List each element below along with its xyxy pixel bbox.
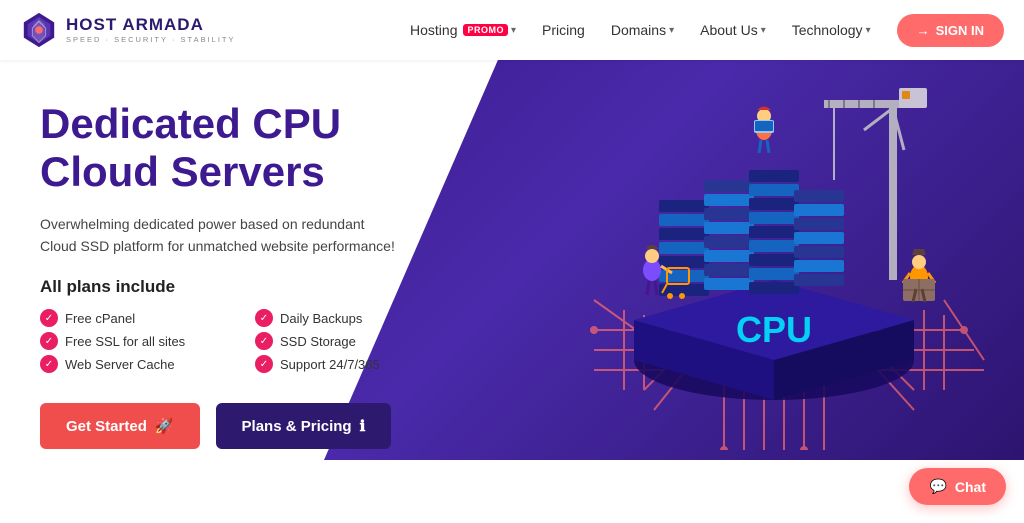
left-panel: Dedicated CPU Cloud Servers Overwhelming… bbox=[0, 60, 480, 469]
chat-label: Chat bbox=[955, 479, 986, 495]
check-icon: ✓ bbox=[40, 309, 58, 327]
check-icon: ✓ bbox=[255, 332, 273, 350]
header: HOST ARMADA SPEED · SECURITY · STABILITY… bbox=[0, 0, 1024, 60]
hosting-chevron-icon: ▾ bbox=[511, 25, 516, 36]
chat-icon: 💬 bbox=[929, 478, 946, 495]
info-icon: ℹ bbox=[360, 417, 366, 435]
promo-badge: PROMO bbox=[463, 24, 508, 36]
get-started-label: Get Started bbox=[66, 418, 147, 435]
rocket-icon: 🚀 bbox=[155, 417, 174, 435]
feature-ssd-text: SSD Storage bbox=[280, 334, 356, 349]
hero-description: Overwhelming dedicated power based on re… bbox=[40, 213, 400, 258]
nav-pricing[interactable]: Pricing bbox=[532, 16, 595, 44]
signin-icon: → bbox=[917, 23, 930, 38]
signin-button[interactable]: → SIGN IN bbox=[897, 14, 1004, 47]
feature-support-text: Support 24/7/365 bbox=[280, 357, 380, 372]
buttons-row: Get Started 🚀 Plans & Pricing ℹ bbox=[40, 403, 450, 449]
check-icon: ✓ bbox=[40, 355, 58, 373]
feature-cache: ✓ Web Server Cache bbox=[40, 355, 235, 373]
nav-about-label: About Us bbox=[700, 22, 758, 38]
hero-title-line1: Dedicated CPU bbox=[40, 100, 341, 147]
logo[interactable]: HOST ARMADA SPEED · SECURITY · STABILITY bbox=[20, 11, 236, 49]
technology-chevron-icon: ▾ bbox=[866, 25, 871, 36]
nav-hosting-label: Hosting bbox=[410, 22, 457, 38]
logo-text: HOST ARMADA SPEED · SECURITY · STABILITY bbox=[66, 16, 236, 44]
nav-technology[interactable]: Technology ▾ bbox=[782, 16, 881, 44]
nav-domains-label: Domains bbox=[611, 22, 666, 38]
features-grid: ✓ Free cPanel ✓ Daily Backups ✓ Free SSL… bbox=[40, 309, 450, 373]
right-panel: CPU bbox=[480, 60, 1024, 523]
hero-title-line2: Cloud Servers bbox=[40, 148, 325, 195]
feature-ssl-text: Free SSL for all sites bbox=[65, 334, 185, 349]
feature-support: ✓ Support 24/7/365 bbox=[255, 355, 450, 373]
get-started-button[interactable]: Get Started 🚀 bbox=[40, 403, 200, 449]
logo-tagline: SPEED · SECURITY · STABILITY bbox=[66, 35, 236, 44]
nav-hosting[interactable]: Hosting PROMO ▾ bbox=[400, 16, 526, 44]
check-icon: ✓ bbox=[40, 332, 58, 350]
logo-name: HOST ARMADA bbox=[66, 16, 236, 35]
logo-icon bbox=[20, 11, 58, 49]
main-content: Dedicated CPU Cloud Servers Overwhelming… bbox=[0, 60, 1024, 523]
feature-ssd: ✓ SSD Storage bbox=[255, 332, 450, 350]
nav-domains[interactable]: Domains ▾ bbox=[601, 16, 684, 44]
feature-backups-text: Daily Backups bbox=[280, 311, 362, 326]
check-icon: ✓ bbox=[255, 309, 273, 327]
feature-cpanel: ✓ Free cPanel bbox=[40, 309, 235, 327]
hero-title: Dedicated CPU Cloud Servers bbox=[40, 100, 450, 197]
signin-label: SIGN IN bbox=[936, 23, 984, 38]
check-icon: ✓ bbox=[255, 355, 273, 373]
plans-pricing-button[interactable]: Plans & Pricing ℹ bbox=[216, 403, 392, 449]
feature-ssl: ✓ Free SSL for all sites bbox=[40, 332, 235, 350]
about-chevron-icon: ▾ bbox=[761, 25, 766, 36]
feature-cache-text: Web Server Cache bbox=[65, 357, 175, 372]
cpu-illustration: CPU bbox=[544, 50, 1004, 450]
main-nav: Hosting PROMO ▾ Pricing Domains ▾ About … bbox=[400, 14, 1004, 47]
svg-text:CPU: CPU bbox=[736, 309, 812, 350]
plans-pricing-label: Plans & Pricing bbox=[242, 418, 352, 435]
nav-pricing-label: Pricing bbox=[542, 22, 585, 38]
nav-technology-label: Technology bbox=[792, 22, 863, 38]
all-plans-label: All plans include bbox=[40, 277, 450, 297]
feature-cpanel-text: Free cPanel bbox=[65, 311, 135, 326]
nav-about[interactable]: About Us ▾ bbox=[690, 16, 776, 44]
feature-backups: ✓ Daily Backups bbox=[255, 309, 450, 327]
chat-button[interactable]: 💬 Chat bbox=[909, 468, 1006, 505]
domains-chevron-icon: ▾ bbox=[669, 25, 674, 36]
